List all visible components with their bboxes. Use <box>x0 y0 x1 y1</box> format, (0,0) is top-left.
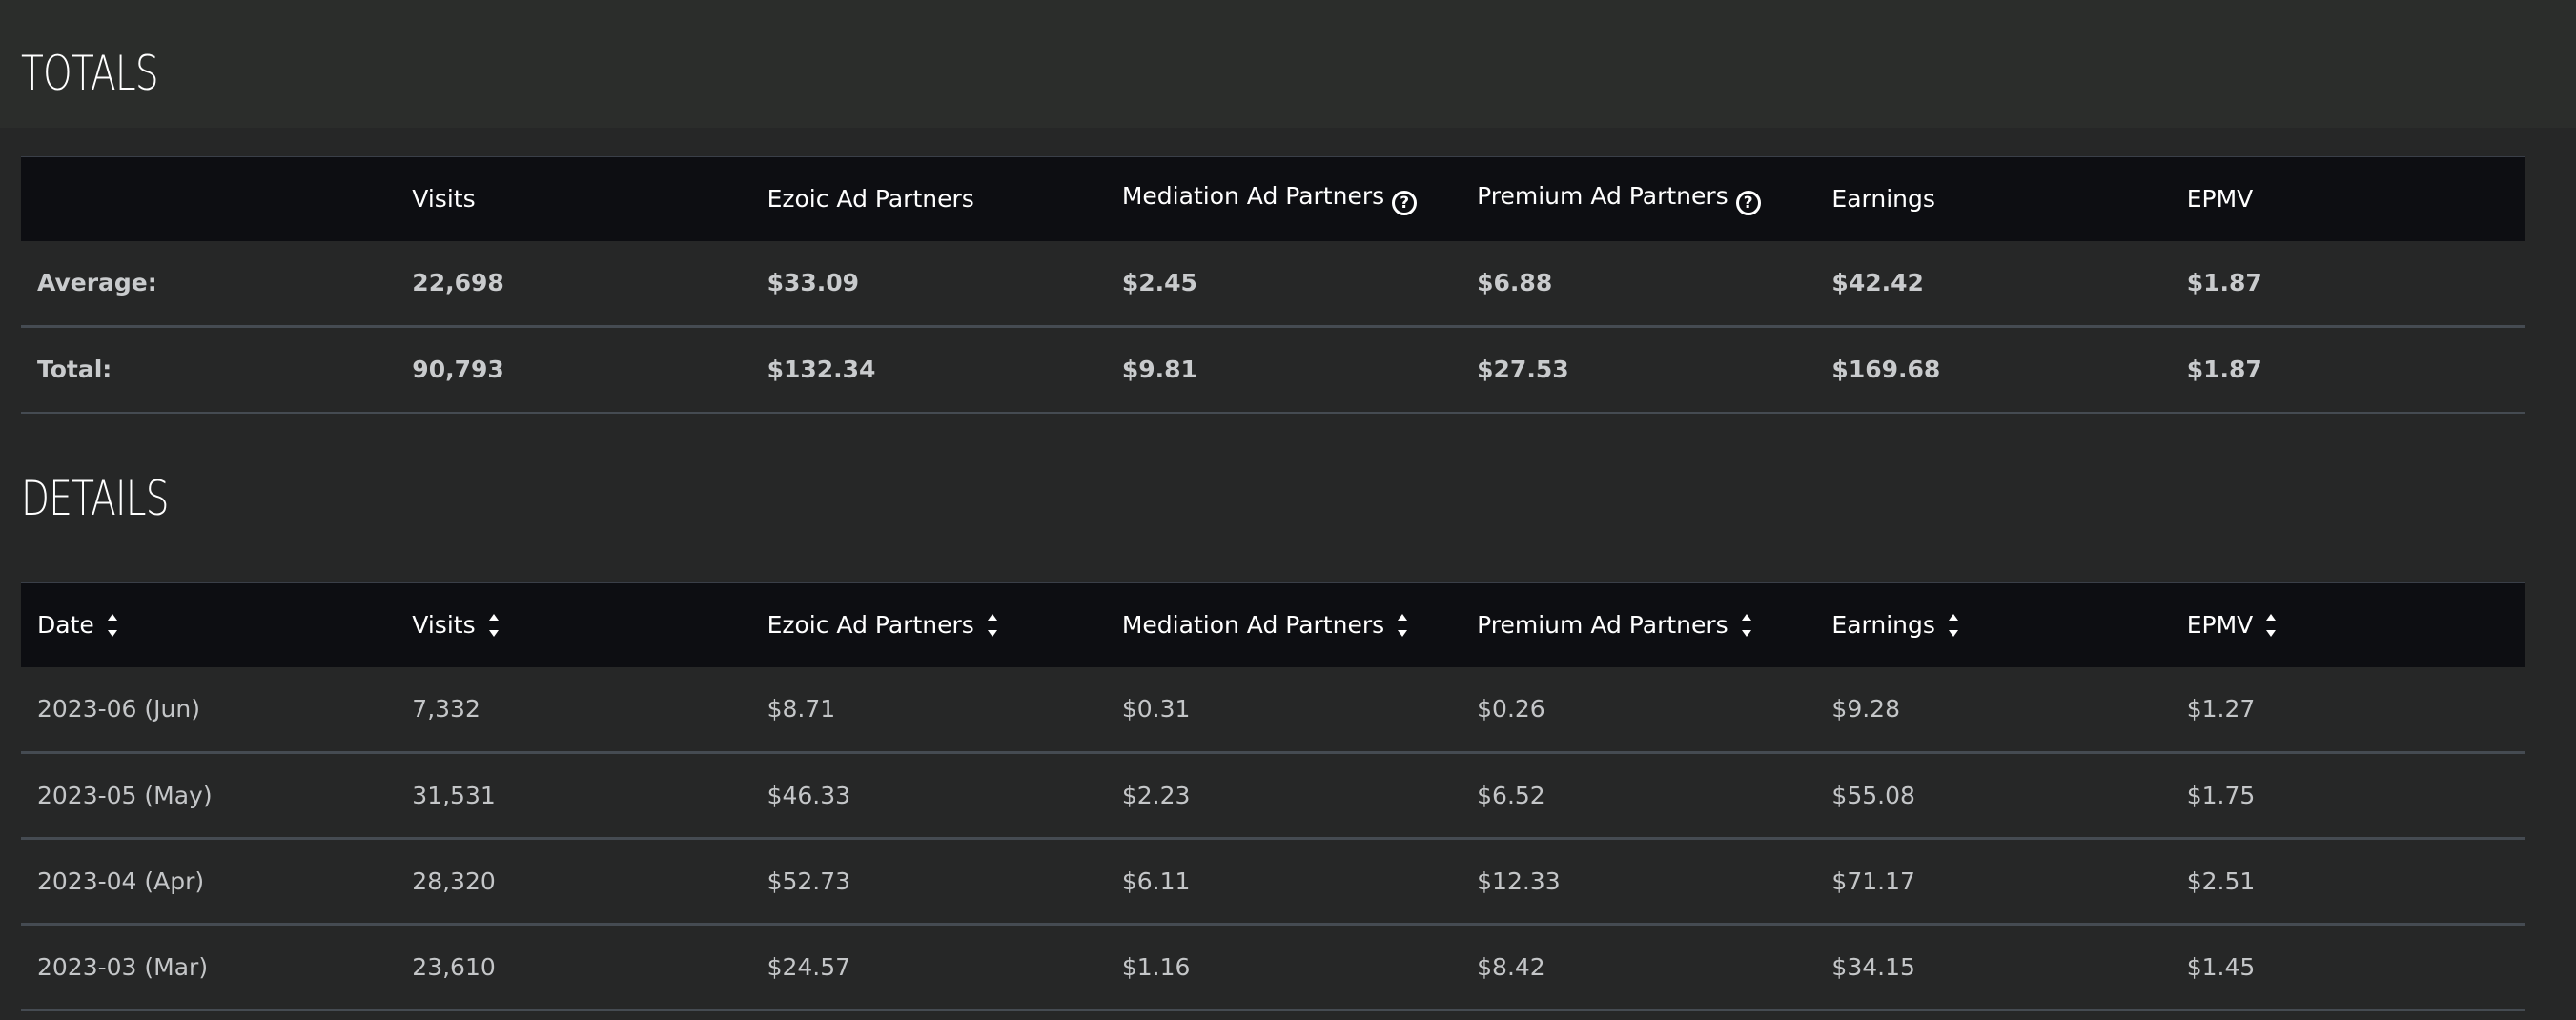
details-header-row: Date Visits Ezoic Ad Partners Mediation … <box>21 582 2525 667</box>
cell-visits: 7,332 <box>412 695 480 724</box>
totals-col-epmv: EPMV <box>2170 156 2525 241</box>
details-col-premium-label: Premium Ad Partners <box>1477 610 1728 639</box>
sort-arrows-icon[interactable] <box>1396 609 1409 642</box>
sort-arrows-icon[interactable] <box>1947 609 1960 642</box>
totals-col-mediation: Mediation Ad Partners? <box>1105 156 1462 241</box>
totals-col-visits: Visits <box>396 156 751 241</box>
details-col-premium[interactable]: Premium Ad Partners <box>1461 582 1816 667</box>
cell-date: 2023-05 (May) <box>37 782 213 809</box>
totals-table: Visits Ezoic Ad Partners Mediation Ad Pa… <box>21 156 2525 414</box>
cell-visits: 22,698 <box>412 269 504 297</box>
cell-label: Total: <box>37 356 112 384</box>
totals-col-ezoic: Ezoic Ad Partners <box>750 156 1106 241</box>
totals-header-row: Visits Ezoic Ad Partners Mediation Ad Pa… <box>21 156 2525 241</box>
details-col-earnings[interactable]: Earnings <box>1815 582 2171 667</box>
totals-col-label <box>21 156 397 241</box>
totals-col-mediation-label: Mediation Ad Partners <box>1121 182 1385 211</box>
cell-visits: 28,320 <box>412 867 496 895</box>
totals-col-earnings: Earnings <box>1815 156 2171 241</box>
cell-premium: $27.53 <box>1477 356 1569 384</box>
cell-date: 2023-06 (Jun) <box>37 695 200 724</box>
cell-mediation: $9.81 <box>1121 356 1197 384</box>
table-row: 2023-05 (May) 31,531 $46.33 $2.23 $6.52 … <box>21 753 2525 839</box>
cell-earnings: $169.68 <box>1831 356 1941 384</box>
cell-earnings: $34.15 <box>1831 953 1915 981</box>
totals-col-premium: Premium Ad Partners? <box>1461 156 1816 241</box>
details-col-earnings-label: Earnings <box>1831 610 1935 639</box>
sort-arrows-icon[interactable] <box>2264 609 2278 642</box>
cell-date: 2023-03 (Mar) <box>37 953 209 981</box>
cell-mediation: $2.45 <box>1121 269 1197 297</box>
details-col-mediation[interactable]: Mediation Ad Partners <box>1105 582 1462 667</box>
cell-ezoic: $8.71 <box>767 695 836 724</box>
cell-ezoic: $132.34 <box>767 356 876 384</box>
details-col-visits[interactable]: Visits <box>396 582 751 667</box>
details-table: Date Visits Ezoic Ad Partners Mediation … <box>21 582 2525 1011</box>
cell-epmv: $1.27 <box>2186 695 2256 724</box>
totals-row-total: Total: 90,793 $132.34 $9.81 $27.53 $169.… <box>21 327 2525 413</box>
cell-epmv: $2.51 <box>2186 867 2256 895</box>
details-col-visits-label: Visits <box>412 610 476 639</box>
table-row: 2023-06 (Jun) 7,332 $8.71 $0.31 $0.26 $9… <box>21 667 2525 753</box>
cell-earnings: $71.17 <box>1831 867 1915 895</box>
details-col-epmv[interactable]: EPMV <box>2170 582 2525 667</box>
sort-arrows-icon[interactable] <box>106 609 119 642</box>
question-circle-icon[interactable]: ? <box>1735 191 1761 216</box>
cell-earnings: $42.42 <box>1831 269 1924 297</box>
totals-header-band <box>0 0 2576 128</box>
cell-mediation: $1.16 <box>1121 953 1191 981</box>
cell-mediation: $6.11 <box>1121 867 1191 895</box>
cell-premium: $12.33 <box>1477 867 1561 895</box>
cell-premium: $0.26 <box>1477 695 1545 724</box>
cell-ezoic: $46.33 <box>767 782 851 809</box>
cell-epmv: $1.75 <box>2186 782 2256 809</box>
question-circle-icon[interactable]: ? <box>1392 191 1418 216</box>
details-col-ezoic[interactable]: Ezoic Ad Partners <box>750 582 1106 667</box>
cell-epmv: $1.87 <box>2186 356 2262 384</box>
sort-arrows-icon[interactable] <box>986 609 999 642</box>
details-title: DETAILS <box>21 471 169 526</box>
cell-visits: 90,793 <box>412 356 504 384</box>
cell-ezoic: $33.09 <box>767 269 860 297</box>
totals-col-premium-label: Premium Ad Partners <box>1477 182 1728 211</box>
cell-epmv: $1.87 <box>2186 269 2262 297</box>
table-row: 2023-04 (Apr) 28,320 $52.73 $6.11 $12.33… <box>21 839 2525 925</box>
details-col-date[interactable]: Date <box>21 582 397 667</box>
cell-date: 2023-04 (Apr) <box>37 867 205 895</box>
cell-ezoic: $24.57 <box>767 953 851 981</box>
totals-title: TOTALS <box>21 46 159 101</box>
table-row: 2023-03 (Mar) 23,610 $24.57 $1.16 $8.42 … <box>21 925 2525 1010</box>
details-col-date-label: Date <box>37 610 94 639</box>
details-col-ezoic-label: Ezoic Ad Partners <box>767 610 974 639</box>
cell-mediation: $0.31 <box>1121 695 1191 724</box>
sort-arrows-icon[interactable] <box>1740 609 1753 642</box>
cell-premium: $6.88 <box>1477 269 1553 297</box>
totals-row-average: Average: 22,698 $33.09 $2.45 $6.88 $42.4… <box>21 241 2525 327</box>
details-col-mediation-label: Mediation Ad Partners <box>1121 610 1385 639</box>
cell-premium: $8.42 <box>1477 953 1545 981</box>
cell-epmv: $1.45 <box>2186 953 2256 981</box>
cell-earnings: $9.28 <box>1831 695 1900 724</box>
details-col-epmv-label: EPMV <box>2186 610 2254 639</box>
cell-premium: $6.52 <box>1477 782 1545 809</box>
sort-arrows-icon[interactable] <box>487 609 501 642</box>
cell-visits: 31,531 <box>412 782 496 809</box>
cell-earnings: $55.08 <box>1831 782 1915 809</box>
cell-visits: 23,610 <box>412 953 496 981</box>
cell-label: Average: <box>37 269 157 297</box>
cell-mediation: $2.23 <box>1121 782 1191 809</box>
cell-ezoic: $52.73 <box>767 867 851 895</box>
